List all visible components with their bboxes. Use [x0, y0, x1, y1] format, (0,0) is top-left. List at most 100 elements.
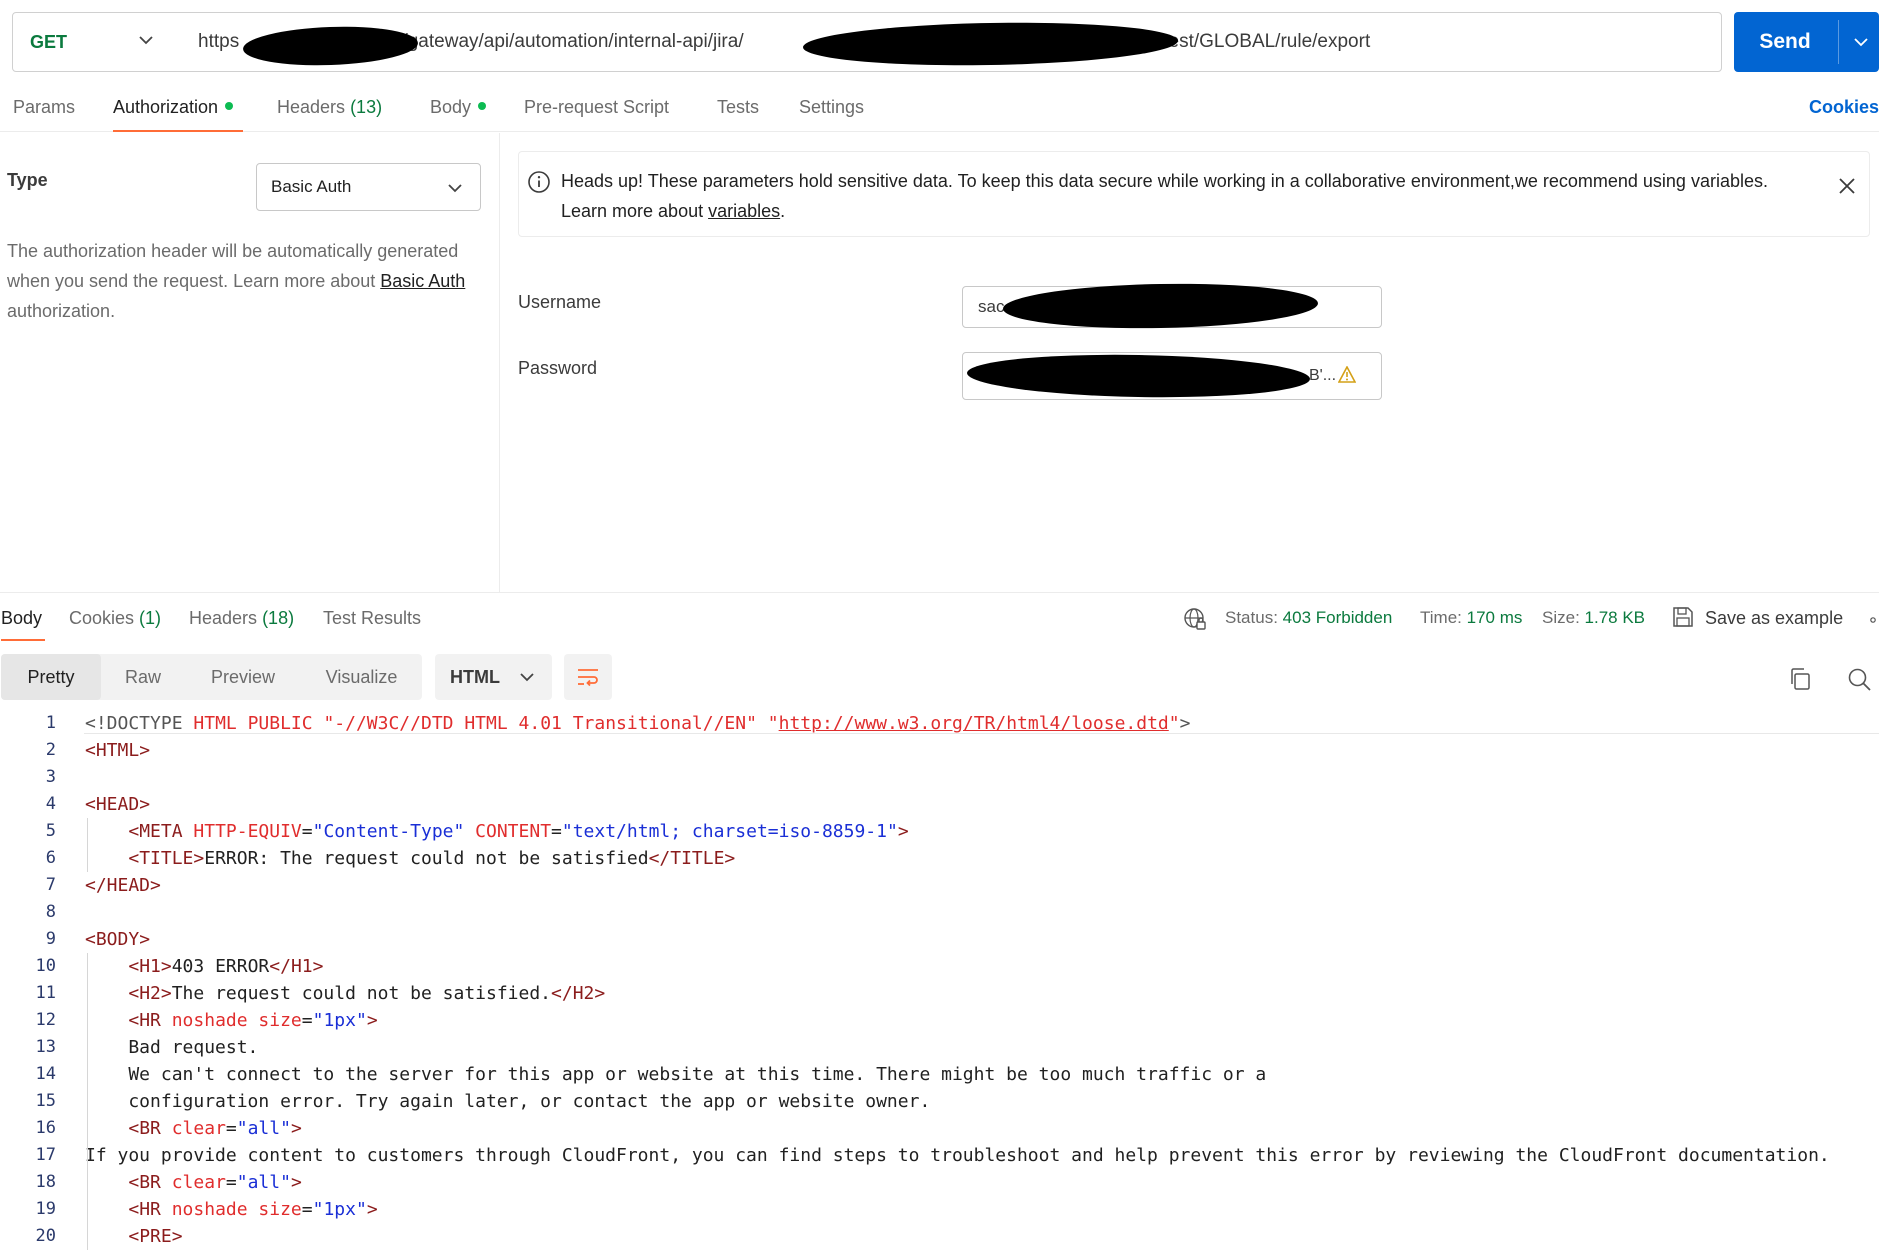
search-icon[interactable] [1847, 667, 1871, 691]
tab-settings[interactable]: Settings [799, 90, 864, 124]
view-mode-raw[interactable]: Raw [101, 654, 185, 700]
response-body-code[interactable]: 1 <!DOCTYPE HTML PUBLIC "-//W3C//DTD HTML… [0, 710, 1879, 1258]
code-text: <HEAD> [85, 794, 151, 815]
code-line: 6 <TITLE>ERROR: The request could not be… [0, 845, 1879, 872]
tab-label: Cookies [69, 608, 135, 628]
send-divider [1838, 20, 1839, 64]
code-line: 9 <BODY> [0, 926, 1879, 953]
basic-auth-link[interactable]: Basic Auth [380, 271, 465, 291]
line-number: 14 [35, 1064, 56, 1084]
code-line: 17 If you provide content to customers th… [0, 1142, 1879, 1169]
response-tab-headers[interactable]: Headers (18) [189, 603, 294, 633]
response-tab-body[interactable]: Body [1, 603, 42, 633]
modified-dot [478, 102, 487, 111]
response-divider [0, 592, 1879, 593]
code-text: <PRE> [128, 1226, 183, 1247]
code-line: 18 <BR clear="all"> [0, 1169, 1879, 1196]
size-label: Size: [1542, 608, 1580, 627]
tab-authorization[interactable]: Authorization [113, 90, 234, 124]
code-line: 12 <HR noshade size="1px"> [0, 1007, 1879, 1034]
view-mode-pretty[interactable]: Pretty [1, 654, 101, 700]
auth-type-select[interactable]: Basic Auth [256, 163, 481, 211]
tab-count: (13) [350, 97, 383, 117]
code-text: <HR noshade size="1px"> [128, 1010, 378, 1031]
code-text: configuration error. Try again later, or… [85, 1091, 931, 1112]
tab-pre-request-script[interactable]: Pre-request Script [524, 90, 669, 124]
tab-label: Params [13, 97, 76, 117]
language-select[interactable]: HTML [435, 654, 552, 700]
send-label: Send [1759, 30, 1811, 53]
response-tab-cookies[interactable]: Cookies (1) [69, 603, 161, 633]
tab-label: Test Results [323, 608, 422, 628]
status-label: Status: [1225, 608, 1278, 627]
time-value: 170 ms [1466, 608, 1523, 627]
save-as-example-button[interactable]: Save as example [1705, 603, 1843, 633]
size-info: Size: 1.78 KB [1542, 603, 1645, 633]
tab-params[interactable]: Params [13, 90, 75, 124]
code-line: 2 <HTML> [0, 737, 1879, 764]
code-line: 5 <META HTTP-EQUIV="Content-Type" CONTEN… [0, 818, 1879, 845]
line-number: 3 [45, 767, 56, 787]
tab-label: Settings [799, 97, 865, 117]
method-select[interactable]: GET [13, 13, 177, 71]
cookies-link[interactable]: Cookies [1809, 90, 1879, 124]
code-text: <H2>The request could not be satisfied.<… [128, 983, 606, 1004]
status-info: Status: 403 Forbidden [1225, 603, 1392, 633]
username-value: sac [978, 297, 1005, 316]
line-number: 18 [35, 1172, 56, 1192]
auth-description-end: authorization. [7, 301, 116, 321]
line-number: 15 [35, 1091, 56, 1111]
code-text: <BR clear="all"> [128, 1118, 302, 1139]
active-tab-indicator [1, 639, 45, 641]
code-text: <H1>403 ERROR</H1> [128, 956, 324, 977]
tab-headers[interactable]: Headers (13) [277, 90, 382, 124]
line-number: 19 [35, 1199, 56, 1219]
wrap-lines-icon [578, 669, 598, 687]
code-line: 4 <HEAD> [0, 791, 1879, 818]
line-number: 7 [45, 875, 56, 895]
method-label: GET [30, 31, 68, 52]
close-icon[interactable] [1837, 176, 1857, 196]
variables-link[interactable]: variables [708, 201, 780, 221]
panel-divider [499, 133, 500, 592]
tab-count: (18) [262, 608, 295, 628]
code-text: <HTML> [85, 740, 151, 761]
line-number: 17 [35, 1145, 56, 1165]
code-line: 15 configuration error. Try again later,… [0, 1088, 1879, 1115]
wrap-lines-button[interactable] [564, 654, 612, 700]
tab-tests[interactable]: Tests [717, 90, 759, 124]
tab-label: Headers [189, 608, 258, 628]
more-icon[interactable] [1870, 617, 1879, 623]
language-value: HTML [450, 667, 500, 687]
url-box: GET https n.net/gateway/api/automation/in… [12, 12, 1722, 72]
copy-icon[interactable] [1788, 667, 1812, 691]
sensitive-data-alert: Heads up! These parameters hold sensitiv… [518, 151, 1870, 237]
view-mode-visualize[interactable]: Visualize [301, 654, 422, 700]
time-label: Time: [1420, 608, 1462, 627]
code-line: 3 [0, 764, 1879, 791]
code-text: <BR clear="all"> [128, 1172, 302, 1193]
code-text: <META HTTP-EQUIV="Content-Type" CONTENT=… [128, 821, 909, 842]
url-part-start: https [198, 31, 240, 52]
line-number: 8 [45, 902, 56, 922]
code-line: 14 We can't connect to the server for th… [0, 1061, 1879, 1088]
indent-guide [87, 818, 88, 872]
tab-body[interactable]: Body [430, 90, 487, 124]
line-number: 6 [45, 848, 56, 868]
view-mode-preview[interactable]: Preview [185, 654, 301, 700]
indent-guide [87, 953, 88, 1250]
chevron-down-icon[interactable] [1854, 37, 1868, 47]
chevron-down-icon [520, 673, 534, 682]
request-url-bar: GET https n.net/gateway/api/automation/in… [12, 12, 1879, 72]
auth-type-label: Type [7, 170, 48, 190]
save-icon[interactable] [1672, 606, 1694, 628]
response-tab-test-results[interactable]: Test Results [323, 603, 421, 633]
tab-label: Tests [717, 97, 760, 117]
code-text: </HEAD> [85, 875, 161, 896]
line-number: 20 [35, 1226, 56, 1246]
modified-dot [225, 102, 234, 111]
send-button[interactable]: Send [1734, 12, 1879, 72]
code-line: 16 <BR clear="all"> [0, 1115, 1879, 1142]
code-line: 8 [0, 899, 1879, 926]
code-line: 20 <PRE> [0, 1223, 1879, 1250]
